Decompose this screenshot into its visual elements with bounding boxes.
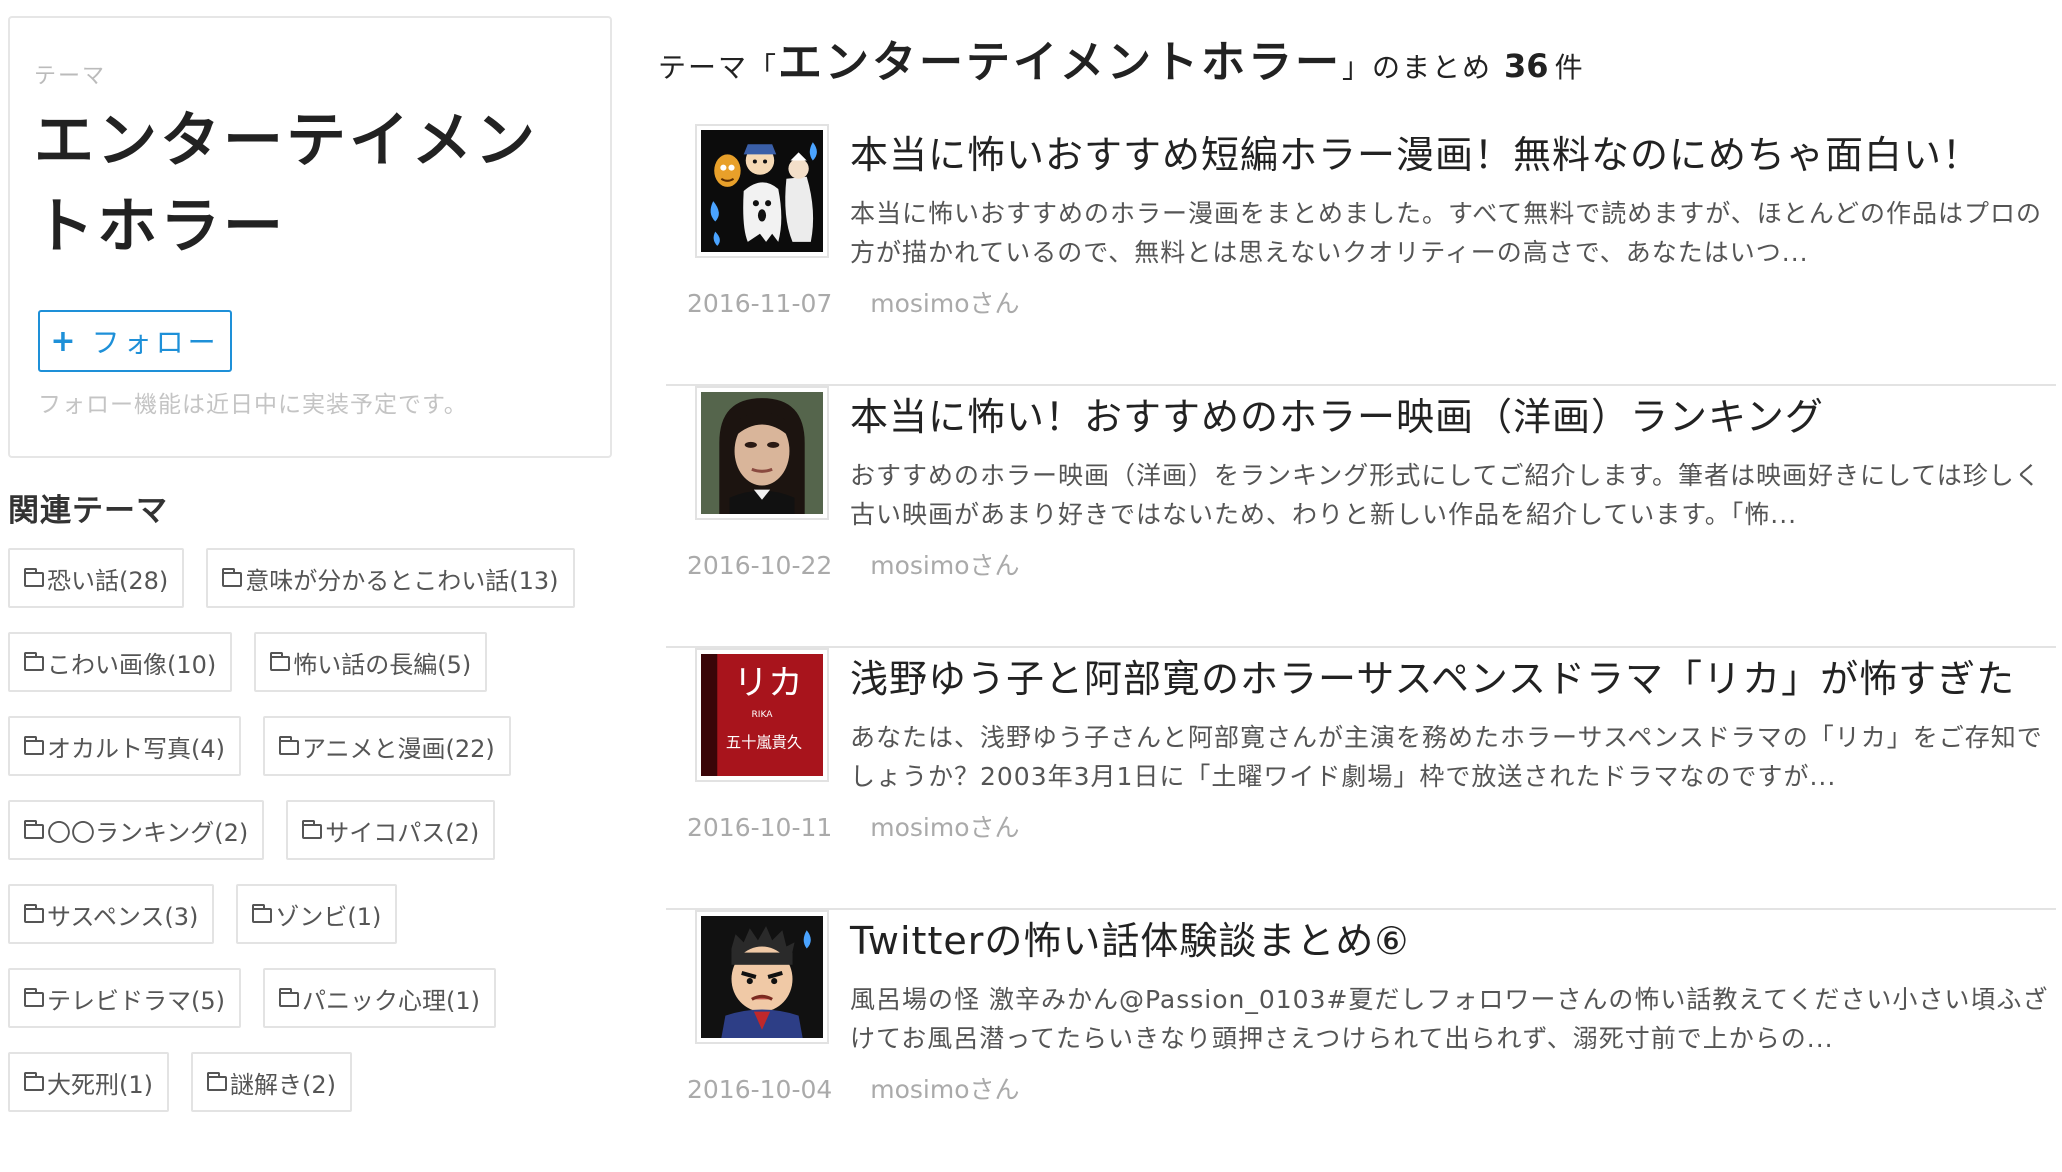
article-date: 2016-10-04 <box>687 1075 833 1104</box>
tag-label: 恐い話(28) <box>47 566 169 595</box>
related-themes-heading: 関連テーマ <box>8 493 168 529</box>
tag-row: 大死刑(1) 謎解き(2) <box>8 1052 608 1112</box>
article-description: おすすめのホラー映画（洋画）をランキング形式にしてご紹介します。筆者は映画好きに… <box>850 461 2041 529</box>
manga-ghosts-image <box>701 130 823 252</box>
tag-label: サスペンス(3) <box>47 902 199 931</box>
scared-man-illustration-image <box>701 916 823 1038</box>
tag-row: 〇〇ランキング(2) サイコパス(2) <box>8 800 608 860</box>
folder-icon <box>23 987 44 1007</box>
tag-kowai-gazou[interactable]: こわい画像(10) <box>8 632 233 692</box>
heading-prefix: テーマ「 <box>658 51 779 84</box>
article-thumbnail[interactable] <box>695 386 829 520</box>
tag-label: サイコパス(2) <box>325 818 480 847</box>
article-item[interactable]: 本当に怖いおすすめ短編ホラー漫画！無料なのにめちゃ面白い！ 本当に怖いおすすめの… <box>666 124 2056 386</box>
tag-ranking[interactable]: 〇〇ランキング(2) <box>8 800 265 860</box>
article-meta: 2016-10-22 mosimoさん <box>687 546 1020 582</box>
follow-note: フォロー機能は近日中に実装予定です。 <box>38 392 468 418</box>
tag-label: 怖い話の長編(5) <box>293 650 472 679</box>
folder-icon <box>269 651 291 671</box>
folder-icon <box>23 567 44 587</box>
tag-row: 恐い話(28) 意味が分かるとこわい話(13) <box>8 548 608 608</box>
follow-button[interactable]: + フォロー <box>38 310 232 372</box>
folder-icon <box>23 735 44 755</box>
tag-panic[interactable]: パニック心理(1) <box>263 968 496 1028</box>
article-date: 2016-10-22 <box>687 551 833 580</box>
article-author[interactable]: mosimoさん <box>870 551 1019 580</box>
tag-row: サスペンス(3) ゾンビ(1) <box>8 884 608 944</box>
heading-theme: エンターテイメントホラー <box>778 37 1343 88</box>
tag-row: オカルト写真(4) アニメと漫画(22) <box>8 716 608 776</box>
tag-occult-photo[interactable]: オカルト写真(4) <box>8 716 241 776</box>
article-author[interactable]: mosimoさん <box>870 813 1019 842</box>
tag-label: パニック心理(1) <box>302 986 480 1015</box>
article-meta: 2016-10-04 mosimoさん <box>687 1070 1020 1106</box>
tag-label: 謎解き(2) <box>230 1070 336 1099</box>
article-author[interactable]: mosimoさん <box>870 1075 1019 1104</box>
tag-zombie[interactable]: ゾンビ(1) <box>236 884 398 944</box>
folder-icon <box>278 735 299 755</box>
tag-label: 大死刑(1) <box>47 1070 153 1099</box>
article-item[interactable]: 本当に怖い！おすすめのホラー映画（洋画）ランキング おすすめのホラー映画（洋画）… <box>666 386 2056 648</box>
rika-book-cover-image: リカ RIKA 五十嵐貴久 <box>701 654 823 776</box>
article-item[interactable]: Twitterの怖い話体験談まとめ⑥ 風呂場の怪 激辛みかん@Passion_0… <box>666 910 2056 1172</box>
theme-title: エンターテイメントホラー <box>34 106 538 262</box>
tag-nazotoki[interactable]: 謎解き(2) <box>191 1052 352 1112</box>
tag-tv-drama[interactable]: テレビドラマ(5) <box>8 968 241 1028</box>
article-title[interactable]: 浅野ゆう子と阿部寛のホラーサスペンスドラマ「リカ」が怖すぎた <box>850 648 2015 703</box>
tag-row: こわい画像(10) 怖い話の長編(5) <box>8 632 608 692</box>
article-date: 2016-11-07 <box>687 289 833 318</box>
folder-icon <box>23 819 44 839</box>
article-item[interactable]: リカ RIKA 五十嵐貴久 浅野ゆう子と阿部寛のホラーサスペンスドラマ「リカ」が… <box>666 648 2056 910</box>
tag-label: ゾンビ(1) <box>275 902 382 931</box>
cover-author-text: 五十嵐貴久 <box>726 734 802 752</box>
folder-icon <box>251 903 273 923</box>
tag-label: こわい画像(10) <box>47 650 217 679</box>
heading-unit: 件 <box>1554 51 1585 84</box>
folder-icon <box>23 651 44 671</box>
article-thumbnail[interactable] <box>695 124 829 258</box>
article-date: 2016-10-11 <box>687 813 833 842</box>
related-tags: 恐い話(28) 意味が分かるとこわい話(13) こわい画像(10) 怖い話の長編… <box>8 548 608 1136</box>
tag-psychopath[interactable]: サイコパス(2) <box>286 800 496 860</box>
article-thumbnail[interactable] <box>695 910 829 1044</box>
tag-imi-ga-wakaru[interactable]: 意味が分かるとこわい話(13) <box>206 548 575 608</box>
article-description: あなたは、浅野ゆう子さんと阿部寛さんが主演を務めたホラーサスペンスドラマの「リカ… <box>850 723 2043 791</box>
tag-label: アニメと漫画(22) <box>302 734 495 763</box>
article-description: 風呂場の怪 激辛みかん@Passion_0103#夏だしフォロワーさんの怖い話教… <box>850 985 2049 1053</box>
article-meta: 2016-10-11 mosimoさん <box>687 808 1020 844</box>
article-meta: 2016-11-07 mosimoさん <box>687 284 1020 320</box>
tag-kowai-hanashi[interactable]: 恐い話(28) <box>8 548 185 608</box>
tag-label: テレビドラマ(5) <box>47 986 225 1015</box>
tag-suspense[interactable]: サスペンス(3) <box>8 884 215 944</box>
article-description: 本当に怖いおすすめのホラー漫画をまとめました。すべて無料で読めますが、ほとんどの… <box>850 199 2043 267</box>
tag-anime-manga[interactable]: アニメと漫画(22) <box>263 716 511 776</box>
article-thumbnail[interactable]: リカ RIKA 五十嵐貴久 <box>695 648 829 782</box>
page-heading: テーマ「 エンターテイメントホラー 」のまとめ 36 件 <box>658 26 1585 90</box>
tag-daishikei[interactable]: 大死刑(1) <box>8 1052 169 1112</box>
article-title[interactable]: 本当に怖い！おすすめのホラー映画（洋画）ランキング <box>850 386 1824 441</box>
article-title[interactable]: 本当に怖いおすすめ短編ホラー漫画！無料なのにめちゃ面白い！ <box>850 124 1981 179</box>
folder-icon <box>206 1071 227 1091</box>
heading-suffix: 」のまとめ <box>1342 51 1493 84</box>
article-title[interactable]: Twitterの怖い話体験談まとめ⑥ <box>850 910 1409 965</box>
folder-icon <box>301 819 323 839</box>
cover-subtitle-text: RIKA <box>751 710 773 720</box>
tag-chouhen[interactable]: 怖い話の長編(5) <box>254 632 488 692</box>
tag-label: オカルト写真(4) <box>47 734 225 763</box>
tag-row: テレビドラマ(5) パニック心理(1) <box>8 968 608 1028</box>
follow-button-label: フォロー <box>91 326 220 359</box>
plus-icon: + <box>50 323 80 359</box>
horror-movie-girl-image <box>701 392 823 514</box>
tag-label: 〇〇ランキング(2) <box>47 818 249 847</box>
cover-title-text: リカ <box>734 664 803 704</box>
theme-label: テーマ <box>34 64 107 89</box>
folder-icon <box>278 987 299 1007</box>
article-count: 36 <box>1504 47 1549 85</box>
tag-label: 意味が分かるとこわい話(13) <box>245 566 559 595</box>
folder-icon <box>221 567 243 587</box>
article-author[interactable]: mosimoさん <box>870 289 1019 318</box>
folder-icon <box>23 903 44 923</box>
folder-icon <box>23 1071 44 1091</box>
